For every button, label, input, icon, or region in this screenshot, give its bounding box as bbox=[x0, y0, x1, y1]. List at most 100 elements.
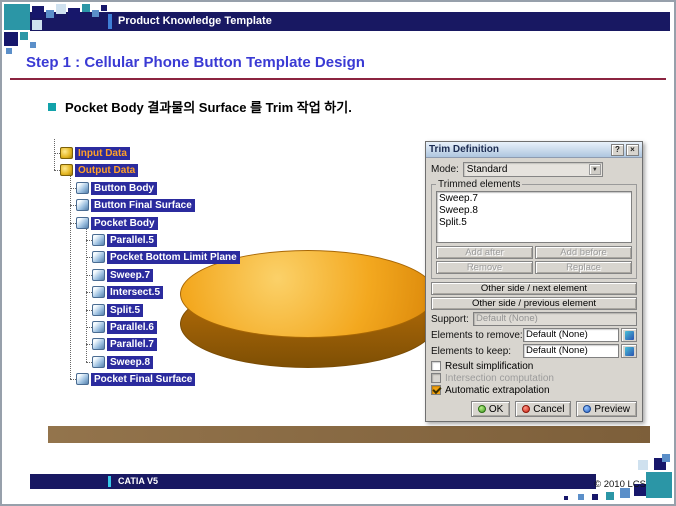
checkbox-icon[interactable] bbox=[431, 373, 441, 383]
tree-item-parallel-6[interactable]: Parallel.6 bbox=[86, 320, 157, 334]
mosaic-square bbox=[564, 496, 568, 500]
preview-icon bbox=[583, 405, 591, 413]
tree-item-label: Button Final Surface bbox=[91, 199, 195, 212]
tree-item-label: Sweep.7 bbox=[107, 269, 153, 282]
tree-item-output-data[interactable]: Output Data bbox=[54, 163, 138, 177]
tree-item-sweep-8[interactable]: Sweep.8 bbox=[86, 355, 153, 369]
title-divider bbox=[10, 78, 666, 80]
mode-row: Mode: Standard ▼ bbox=[431, 162, 637, 177]
replace-button[interactable]: Replace bbox=[535, 261, 632, 274]
tree-item-pocket-bottom-limit-plane[interactable]: Pocket Bottom Limit Plane bbox=[86, 250, 240, 264]
slide: Product Knowledge Template Step 1 : Cell… bbox=[0, 0, 676, 506]
trimmed-elements-list[interactable]: Sweep.7Sweep.8Split.5 bbox=[436, 191, 632, 243]
remove-button[interactable]: Remove bbox=[436, 261, 533, 274]
mode-select[interactable]: Standard ▼ bbox=[463, 162, 603, 177]
bullet-row: Pocket Body 결과물의 Surface 를 Trim 작업 하기. bbox=[48, 97, 352, 116]
tree-item-label: Input Data bbox=[75, 147, 130, 160]
surface-icon bbox=[76, 182, 89, 194]
surface-icon bbox=[92, 304, 105, 316]
trimmed-elements-legend: Trimmed elements bbox=[436, 179, 522, 190]
tree-item-label: Sweep.8 bbox=[107, 356, 153, 369]
dialog-titlebar[interactable]: Trim Definition ? × bbox=[426, 142, 642, 158]
checkbox-automatic-extrapolation[interactable]: Automatic extrapolation bbox=[431, 384, 637, 396]
tree-item-pocket-final-surface[interactable]: Pocket Final Surface bbox=[70, 372, 195, 386]
checkbox-label: Result simplification bbox=[445, 361, 533, 372]
tree-item-button-final-surface[interactable]: Button Final Surface bbox=[70, 198, 195, 212]
tree-item-parallel-5[interactable]: Parallel.5 bbox=[86, 233, 157, 247]
bullet-text: Pocket Body 결과물의 Surface 를 Trim 작업 하기. bbox=[65, 97, 352, 116]
mosaic-square bbox=[638, 460, 648, 470]
checkbox-label: Intersection computation bbox=[445, 373, 554, 384]
surface-icon bbox=[92, 251, 105, 263]
other-side-previous-button[interactable]: Other side / previous element bbox=[431, 297, 637, 310]
mosaic-square bbox=[6, 48, 12, 54]
preview-button[interactable]: Preview bbox=[576, 401, 637, 417]
tree-item-intersect-5[interactable]: Intersect.5 bbox=[86, 285, 163, 299]
header-title: Product Knowledge Template bbox=[118, 12, 272, 31]
mosaic-square bbox=[646, 472, 672, 498]
cancel-button[interactable]: Cancel bbox=[515, 401, 571, 417]
tree-item-label: Split.5 bbox=[107, 304, 143, 317]
help-icon[interactable]: ? bbox=[611, 144, 624, 156]
chevron-down-icon[interactable]: ▼ bbox=[589, 164, 601, 175]
corner-mosaic-bottom-right bbox=[552, 454, 672, 502]
mosaic-square bbox=[4, 4, 30, 30]
checkbox-icon[interactable] bbox=[431, 361, 441, 371]
close-icon[interactable]: × bbox=[626, 144, 639, 156]
trimmed-element-item[interactable]: Split.5 bbox=[439, 217, 629, 229]
add-after-button[interactable]: Add after bbox=[436, 246, 533, 259]
footer-accent bbox=[108, 476, 111, 487]
trimmed-element-item[interactable]: Sweep.7 bbox=[439, 193, 629, 205]
preview-label: Preview bbox=[594, 404, 630, 415]
footer-left-label: CATIA V5 bbox=[118, 474, 158, 489]
mosaic-square bbox=[662, 454, 670, 462]
mosaic-square bbox=[101, 5, 107, 11]
tree-item-label: Parallel.6 bbox=[107, 321, 157, 334]
tree-item-label: Pocket Final Surface bbox=[91, 373, 195, 386]
checkbox-icon[interactable] bbox=[431, 385, 441, 395]
catia-screenshot: Input Data Output Data Button Body Button F… bbox=[48, 134, 650, 443]
header-bar: Product Knowledge Template bbox=[30, 12, 670, 31]
mosaic-square bbox=[46, 10, 54, 18]
mosaic-square bbox=[92, 10, 99, 17]
support-label: Support: bbox=[431, 314, 473, 325]
surface-icon bbox=[76, 373, 89, 385]
checkbox-result-simplification[interactable]: Result simplification bbox=[431, 360, 637, 372]
multi-selection-button[interactable] bbox=[621, 328, 637, 342]
elements-to-keep-field[interactable]: Default (None) bbox=[523, 344, 619, 358]
elements-to-keep-label: Elements to keep: bbox=[431, 346, 523, 357]
mosaic-square bbox=[32, 20, 42, 30]
tree-item-pocket-body[interactable]: Pocket Body bbox=[70, 216, 158, 230]
mosaic-square bbox=[592, 494, 598, 500]
checkbox-intersection-computation[interactable]: Intersection computation bbox=[431, 372, 637, 384]
corner-mosaic-top-left bbox=[4, 4, 114, 56]
elements-to-remove-row: Elements to remove: Default (None) bbox=[431, 328, 637, 342]
multi-selection-button[interactable] bbox=[621, 344, 637, 358]
tree-item-parallel-7[interactable]: Parallel.7 bbox=[86, 337, 157, 351]
surface-icon bbox=[92, 269, 105, 281]
ok-icon bbox=[478, 405, 486, 413]
ok-label: OK bbox=[489, 404, 503, 415]
trimmed-elements-group: Trimmed elements Sweep.7Sweep.8Split.5 A… bbox=[431, 179, 637, 279]
support-field[interactable]: Default (None) bbox=[473, 312, 637, 326]
footer-bar: CATIA V5 bbox=[30, 474, 596, 489]
selection-stack-icon bbox=[625, 331, 634, 340]
ok-button[interactable]: OK bbox=[471, 401, 510, 417]
dialog-actions: OK Cancel Preview bbox=[431, 401, 637, 417]
mosaic-square bbox=[32, 6, 44, 18]
mosaic-square bbox=[30, 42, 36, 48]
other-side-next-button[interactable]: Other side / next element bbox=[431, 282, 637, 295]
add-before-button[interactable]: Add before bbox=[535, 246, 632, 259]
dialog-body: Mode: Standard ▼ Trimmed elements Sweep.… bbox=[426, 158, 642, 421]
elements-to-remove-field[interactable]: Default (None) bbox=[523, 328, 619, 342]
trimmed-element-item[interactable]: Sweep.8 bbox=[439, 205, 629, 217]
tree-item-sweep-7[interactable]: Sweep.7 bbox=[86, 268, 153, 282]
tree-item-input-data[interactable]: Input Data bbox=[54, 146, 130, 160]
tree-item-split-5[interactable]: Split.5 bbox=[86, 303, 143, 317]
selection-stack-icon bbox=[625, 347, 634, 356]
bullet-icon bbox=[48, 103, 56, 111]
tree-item-label: Button Body bbox=[91, 182, 157, 195]
data-folder-icon bbox=[60, 147, 73, 159]
tree-item-button-body[interactable]: Button Body bbox=[70, 181, 157, 195]
surface-icon bbox=[92, 286, 105, 298]
